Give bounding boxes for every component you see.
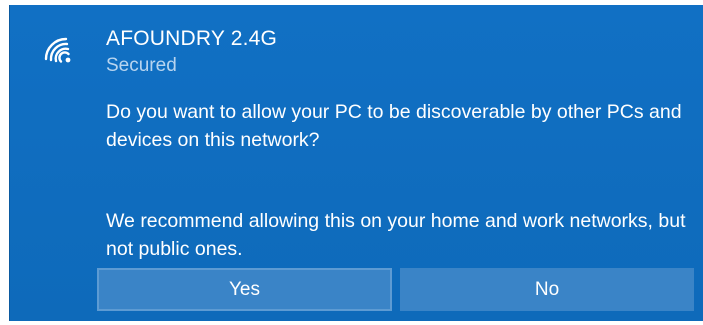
discovery-recommendation: We recommend allowing this on your home …	[106, 210, 686, 260]
yes-button[interactable]: Yes	[97, 268, 392, 311]
network-status: Secured	[106, 55, 177, 76]
screen: AFOUNDRY 2.4G Secured Do you want to all…	[0, 0, 703, 325]
network-name: AFOUNDRY 2.4G	[106, 27, 278, 50]
no-button[interactable]: No	[400, 268, 694, 311]
wifi-icon	[44, 37, 71, 63]
discovery-question: Do you want to allow your PC to be disco…	[106, 101, 682, 151]
